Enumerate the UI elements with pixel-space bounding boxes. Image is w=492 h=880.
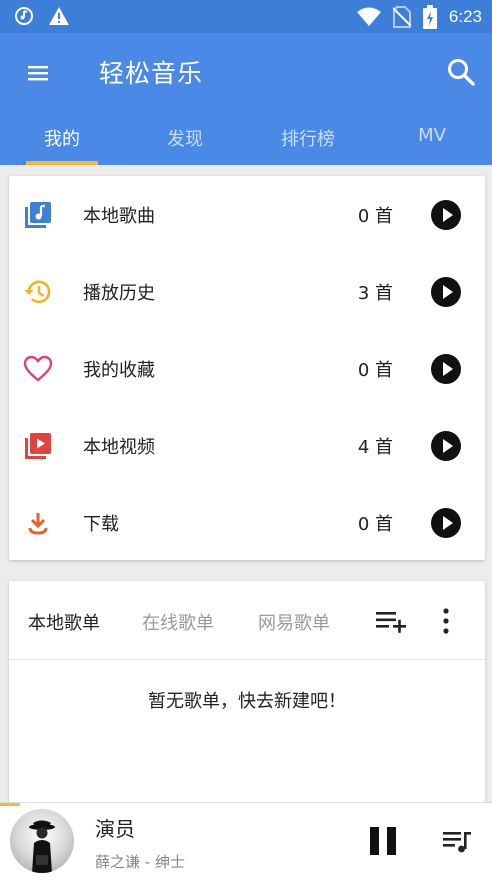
status-time: 6:23 bbox=[448, 7, 482, 26]
library-item-label: 我的收藏 bbox=[83, 360, 155, 381]
playback-progress bbox=[0, 803, 20, 806]
library-item-count: 0 首 bbox=[357, 360, 393, 381]
heart-icon bbox=[23, 355, 53, 382]
library-item-local-videos[interactable]: 本地视频 4 首 bbox=[9, 407, 485, 484]
history-icon bbox=[24, 280, 51, 304]
empty-playlist-message: 暂无歌单，快去新建吧！ bbox=[148, 691, 346, 712]
pause-icon[interactable] bbox=[369, 826, 397, 856]
library-card: 本地歌曲 0 首 播放历史 3 首 我的收藏 0 首 本地视频 4 首 下载 0… bbox=[9, 176, 485, 560]
no-sim-icon bbox=[392, 6, 411, 28]
more-vert-icon[interactable] bbox=[439, 607, 453, 635]
wifi-icon bbox=[356, 7, 381, 26]
status-bar: 6:23 bbox=[0, 0, 492, 33]
main-tabs: 我的 发现 排行榜 MV bbox=[0, 119, 492, 165]
playlist-tab-online[interactable]: 在线歌单 bbox=[142, 609, 214, 635]
song-artist: 薛之谦 - 绅士 bbox=[95, 853, 185, 871]
library-item-label: 本地视频 bbox=[83, 437, 155, 458]
library-item-label: 播放历史 bbox=[83, 283, 155, 304]
library-item-count: 4 首 bbox=[357, 437, 393, 458]
tab-discover[interactable]: 发现 bbox=[167, 125, 203, 151]
app-title: 轻松音乐 bbox=[99, 59, 204, 88]
play-circle-icon[interactable] bbox=[431, 354, 461, 384]
library-item-favorites[interactable]: 我的收藏 0 首 bbox=[9, 330, 485, 407]
library-item-history[interactable]: 播放历史 3 首 bbox=[9, 253, 485, 330]
song-title: 演员 bbox=[95, 817, 135, 841]
play-circle-icon[interactable] bbox=[431, 277, 461, 307]
warning-icon bbox=[49, 7, 69, 25]
play-circle-icon[interactable] bbox=[431, 200, 461, 230]
tab-indicator bbox=[26, 161, 98, 165]
playlist-tab-netease[interactable]: 网易歌单 bbox=[258, 609, 330, 635]
playlist-card: 本地歌单 在线歌单 网易歌单 暂无歌单，快去新建吧！ bbox=[9, 581, 485, 811]
library-item-label: 下载 bbox=[83, 514, 119, 535]
library-item-local-songs[interactable]: 本地歌曲 0 首 bbox=[9, 176, 485, 253]
library-item-count: 0 首 bbox=[357, 514, 393, 535]
playlist-tab-local[interactable]: 本地歌单 bbox=[28, 609, 100, 635]
play-circle-icon[interactable] bbox=[431, 508, 461, 538]
divider bbox=[9, 659, 485, 660]
play-circle-icon[interactable] bbox=[431, 431, 461, 461]
queue-music-icon[interactable] bbox=[442, 829, 472, 855]
download-icon bbox=[28, 513, 48, 535]
app-bar: 轻松音乐 我的 发现 排行榜 MV bbox=[0, 33, 492, 165]
playlist-add-icon[interactable] bbox=[375, 608, 407, 634]
tab-charts[interactable]: 排行榜 bbox=[281, 125, 335, 151]
library-item-count: 0 首 bbox=[357, 206, 393, 227]
menu-icon[interactable] bbox=[26, 61, 50, 85]
tab-mine[interactable]: 我的 bbox=[44, 125, 80, 151]
search-icon[interactable] bbox=[446, 57, 476, 87]
music-notification-icon bbox=[15, 7, 33, 25]
library-item-count: 3 首 bbox=[357, 283, 393, 304]
tab-mv[interactable]: MV bbox=[418, 125, 446, 146]
music-library-icon bbox=[25, 202, 51, 228]
battery-charging-icon bbox=[422, 5, 437, 29]
library-item-label: 本地歌曲 bbox=[83, 206, 155, 227]
mini-player[interactable]: 演员 薛之谦 - 绅士 bbox=[0, 802, 492, 880]
album-cover[interactable] bbox=[10, 809, 74, 873]
library-item-download[interactable]: 下载 0 首 bbox=[9, 484, 485, 561]
album-cover-art bbox=[29, 820, 55, 873]
video-library-icon bbox=[25, 433, 51, 459]
